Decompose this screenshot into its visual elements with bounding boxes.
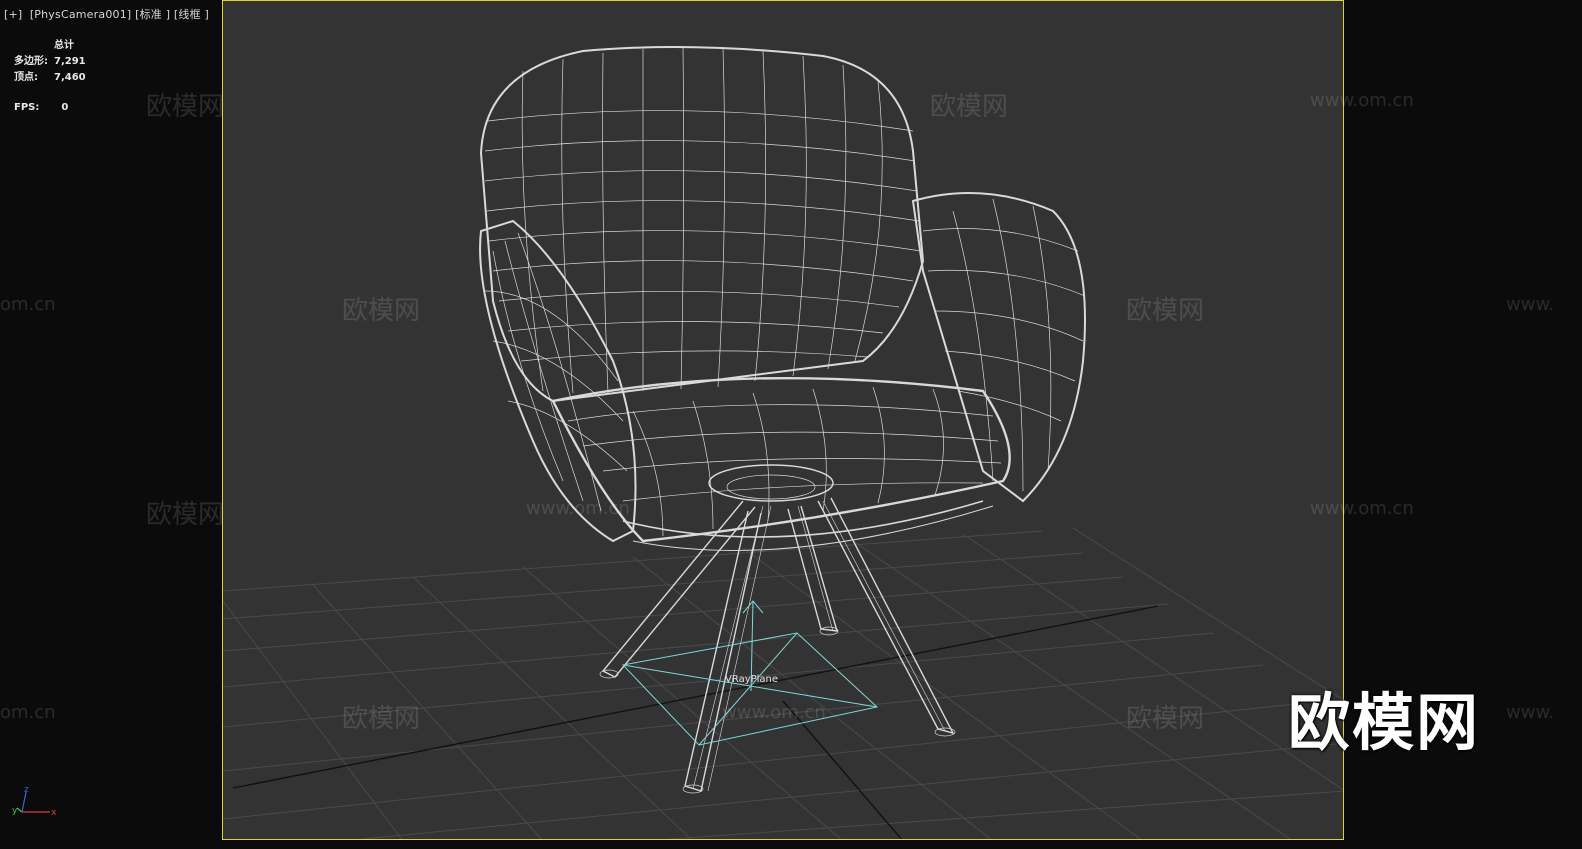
viewport-label[interactable]: [+] [PhysCamera001] [标准 ] [线框 ] xyxy=(4,6,209,22)
ground-grid xyxy=(223,527,1343,839)
viewport[interactable]: VRayPlane [+] [PhysCamera001] [标准 ] [线框 … xyxy=(0,0,1582,849)
viewport-shading-menu[interactable]: [标准 ] xyxy=(135,8,170,21)
scene-canvas[interactable]: VRayPlane xyxy=(223,1,1344,840)
axis-tripod: x z y xyxy=(12,785,57,818)
vertices-value: 7,460 xyxy=(54,72,86,83)
axis-y-label: y xyxy=(12,806,18,816)
axis-z-label: z xyxy=(24,785,29,795)
axis-y-line xyxy=(16,807,23,813)
fps-label: FPS: xyxy=(14,102,40,113)
vrayplane-helper[interactable] xyxy=(622,600,879,746)
stats-header: 总计 xyxy=(54,40,74,51)
watermark-url-partial: om.cn xyxy=(0,702,56,723)
fps-value: 0 xyxy=(61,102,69,113)
watermark-url-partial: om.cn xyxy=(0,294,56,315)
viewport-mode-menu[interactable]: [线框 ] xyxy=(174,8,209,21)
watermark-logo-big: 欧模网 xyxy=(1288,686,1481,759)
scene-statistics: 总计 多边形: 7,291 顶点: 7,460 xyxy=(14,38,86,86)
viewport-camera-menu[interactable]: [PhysCamera001] xyxy=(30,8,132,21)
polygons-label: 多边形: xyxy=(14,56,48,67)
fps-readout: FPS: 0 xyxy=(14,102,68,113)
watermark-brand: 欧模网 xyxy=(146,92,225,122)
polygons-value: 7,291 xyxy=(54,56,86,67)
chair-wireframe[interactable] xyxy=(479,46,1086,794)
watermark-brand: 欧模网 xyxy=(146,500,225,530)
axis-z-line xyxy=(21,791,27,813)
vrayplane-label: VRayPlane xyxy=(725,674,778,685)
watermark-url-partial: www. xyxy=(1506,294,1555,315)
safe-frame[interactable]: VRayPlane xyxy=(222,0,1344,840)
vertices-label: 顶点: xyxy=(14,72,38,83)
watermark-url-partial: www. xyxy=(1506,702,1555,723)
viewport-plus-menu[interactable]: [+] xyxy=(4,8,22,21)
axis-x-label: x xyxy=(51,808,57,818)
